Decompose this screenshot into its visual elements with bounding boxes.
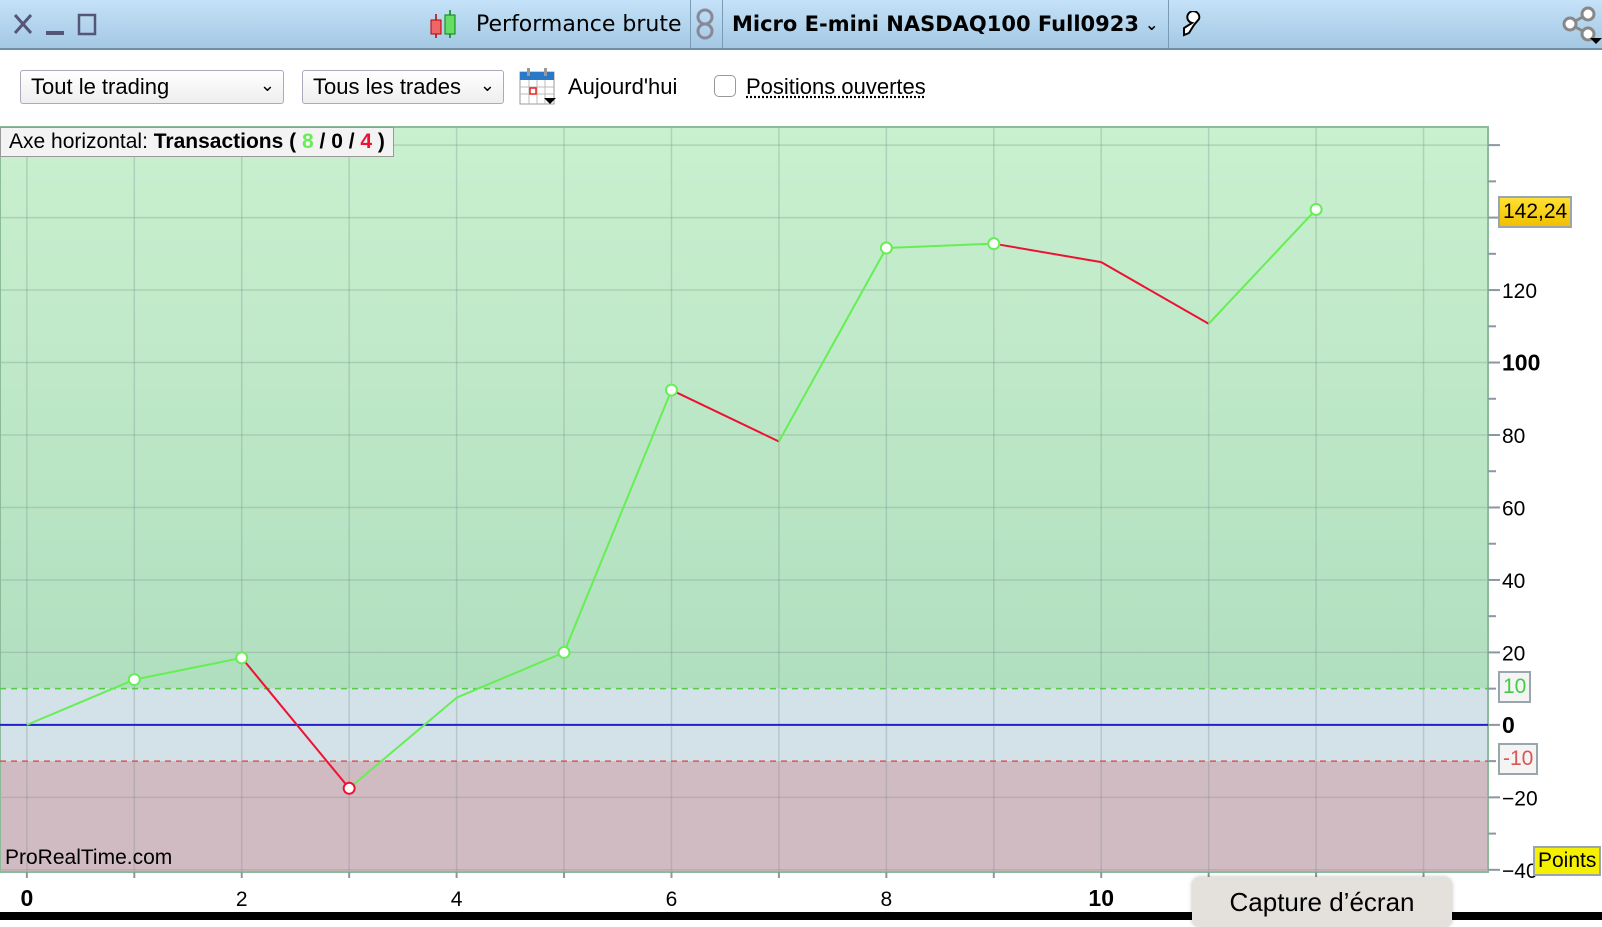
x-tick-label: 0 [20, 885, 33, 911]
data-point [1309, 202, 1323, 216]
losses-count: 4 [360, 130, 373, 153]
units-label: Points [1533, 846, 1602, 876]
y-tick-label: 100 [1502, 350, 1540, 376]
y-tick-label: −20 [1502, 787, 1538, 810]
y-tick-label: 0 [1502, 712, 1515, 738]
upper-band-label: 10 [1498, 671, 1532, 703]
axis-prefix: Axe horizontal: [9, 130, 154, 153]
paren: ( [283, 130, 302, 153]
x-tick-label: 10 [1088, 885, 1114, 911]
data-point [127, 673, 141, 687]
lower-band-label: -10 [1498, 743, 1539, 775]
wins-count: 8 [301, 130, 314, 153]
y-tick-label: 20 [1502, 642, 1525, 665]
data-point [342, 781, 356, 795]
data-point [879, 241, 893, 255]
horizontal-axis-label: Axe horizontal: Transactions ( 8 / 0 / 4… [0, 127, 394, 157]
y-tick-label: 40 [1502, 570, 1525, 593]
x-tick-label: 2 [236, 888, 248, 911]
loss-zone [0, 761, 1488, 872]
profit-zone [0, 127, 1488, 689]
data-point [557, 645, 571, 659]
x-tick-label: 8 [881, 888, 893, 911]
x-tick-label: 6 [666, 888, 678, 911]
y-tick-label: 80 [1502, 425, 1525, 448]
x-tick-label: 4 [451, 888, 463, 911]
separator: / [342, 130, 361, 153]
y-tick-label: 60 [1502, 497, 1525, 520]
watermark: ProRealTime.com [5, 846, 173, 869]
axis-name: Transactions [153, 130, 284, 153]
paren: ) [372, 130, 385, 153]
data-point [235, 651, 249, 665]
last-value-label: 142,24 [1498, 196, 1573, 228]
data-point [664, 383, 678, 397]
separator: / [313, 130, 332, 153]
data-point [987, 237, 1001, 251]
neutral-count: 0 [331, 130, 343, 153]
y-tick-label: 120 [1502, 280, 1537, 303]
